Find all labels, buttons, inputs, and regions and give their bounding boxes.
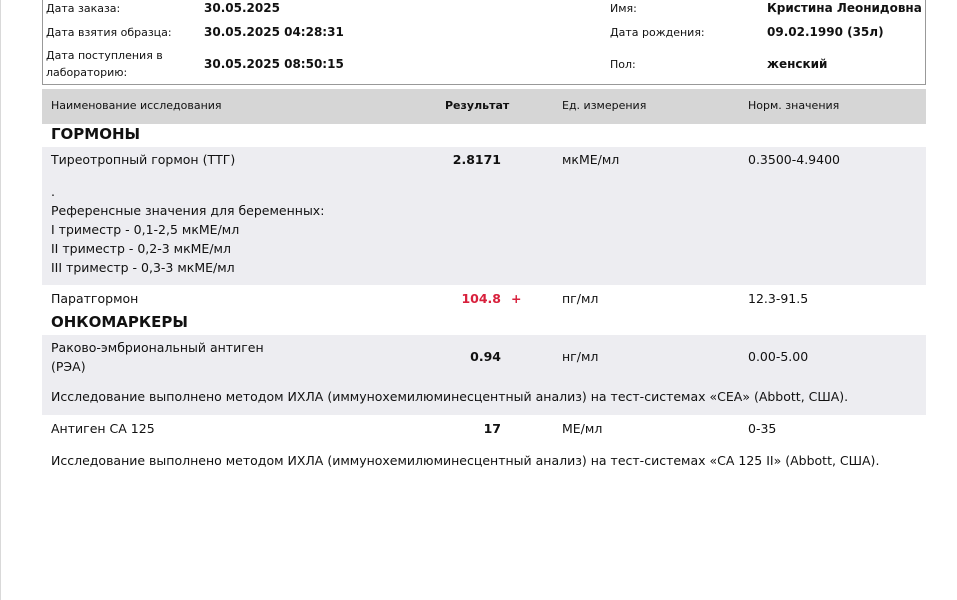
result-cea: 0.94: [470, 349, 501, 364]
sex-label: Пол:: [610, 58, 636, 71]
order-date-label: Дата заказа:: [46, 2, 121, 15]
sample-date: 30.05.2025 04:28:31: [204, 25, 344, 39]
ref-line: .: [51, 184, 55, 199]
ref-line: III триместр - 0,3-3 мкМЕ/мл: [51, 260, 235, 275]
patient-info-box: Дата заказа: 30.05.2025 Дата взятия обра…: [42, 0, 926, 85]
test-name-ca125: Антиген СА 125: [51, 421, 155, 436]
col-norm-header: Норм. значения: [748, 99, 840, 112]
section-title-oncomarkers: ОНКОМАРКЕРЫ: [51, 313, 188, 331]
patient-name: Кристина Леонидовна: [767, 1, 922, 15]
norm-tsh: 0.3500-4.9400: [748, 152, 840, 167]
col-unit-header: Ед. измерения: [562, 99, 647, 112]
norm-cea: 0.00-5.00: [748, 349, 809, 364]
ref-line: Референсные значения для беременных:: [51, 203, 325, 218]
results-table-header: Наименование исследования Результат Ед. …: [42, 89, 926, 124]
birth-date: 09.02.1990 (35л): [767, 25, 884, 39]
method-note-cea: Исследование выполнено методом ИХЛА (имм…: [51, 389, 849, 404]
lab-date-label-1: Дата поступления в: [46, 49, 163, 62]
norm-pth: 12.3-91.5: [748, 291, 809, 306]
test-name-cea-line2: (РЭА): [51, 359, 86, 374]
lab-date: 30.05.2025 08:50:15: [204, 57, 344, 71]
unit-cea: нг/мл: [562, 349, 599, 364]
test-name-pth: Паратгормон: [51, 291, 139, 306]
ref-line: II триместр - 0,2-3 мкМЕ/мл: [51, 241, 231, 256]
col-name-header: Наименование исследования: [51, 99, 222, 112]
order-date: 30.05.2025: [204, 1, 280, 15]
name-label: Имя:: [610, 2, 637, 15]
unit-tsh: мкМЕ/мл: [562, 152, 620, 167]
sex: женский: [767, 57, 828, 71]
unit-pth: пг/мл: [562, 291, 599, 306]
ref-line: I триместр - 0,1-2,5 мкМЕ/мл: [51, 222, 240, 237]
method-note-ca125: Исследование выполнено методом ИХЛА (имм…: [51, 453, 880, 468]
lab-report-page: Дата заказа: 30.05.2025 Дата взятия обра…: [0, 0, 957, 600]
result-ca125: 17: [483, 421, 501, 436]
section-title-hormones: ГОРМОНЫ: [51, 125, 141, 143]
norm-ca125: 0-35: [748, 421, 777, 436]
tsh-reference-notes: . Референсные значения для беременных: I…: [51, 182, 324, 277]
col-result-header: Результат: [445, 99, 510, 112]
birth-label: Дата рождения:: [610, 26, 705, 39]
test-name-tsh: Тиреотропный гормон (ТТГ): [51, 152, 236, 167]
result-tsh: 2.8171: [452, 152, 501, 167]
test-name-cea-line1: Раково-эмбриональный антиген: [51, 340, 264, 355]
sample-date-label: Дата взятия образца:: [46, 26, 172, 39]
lab-date-label-2: лабораторию:: [46, 66, 128, 79]
result-flag-pth: +: [511, 291, 522, 306]
result-pth: 104.8: [461, 291, 501, 306]
unit-ca125: МЕ/мл: [562, 421, 603, 436]
